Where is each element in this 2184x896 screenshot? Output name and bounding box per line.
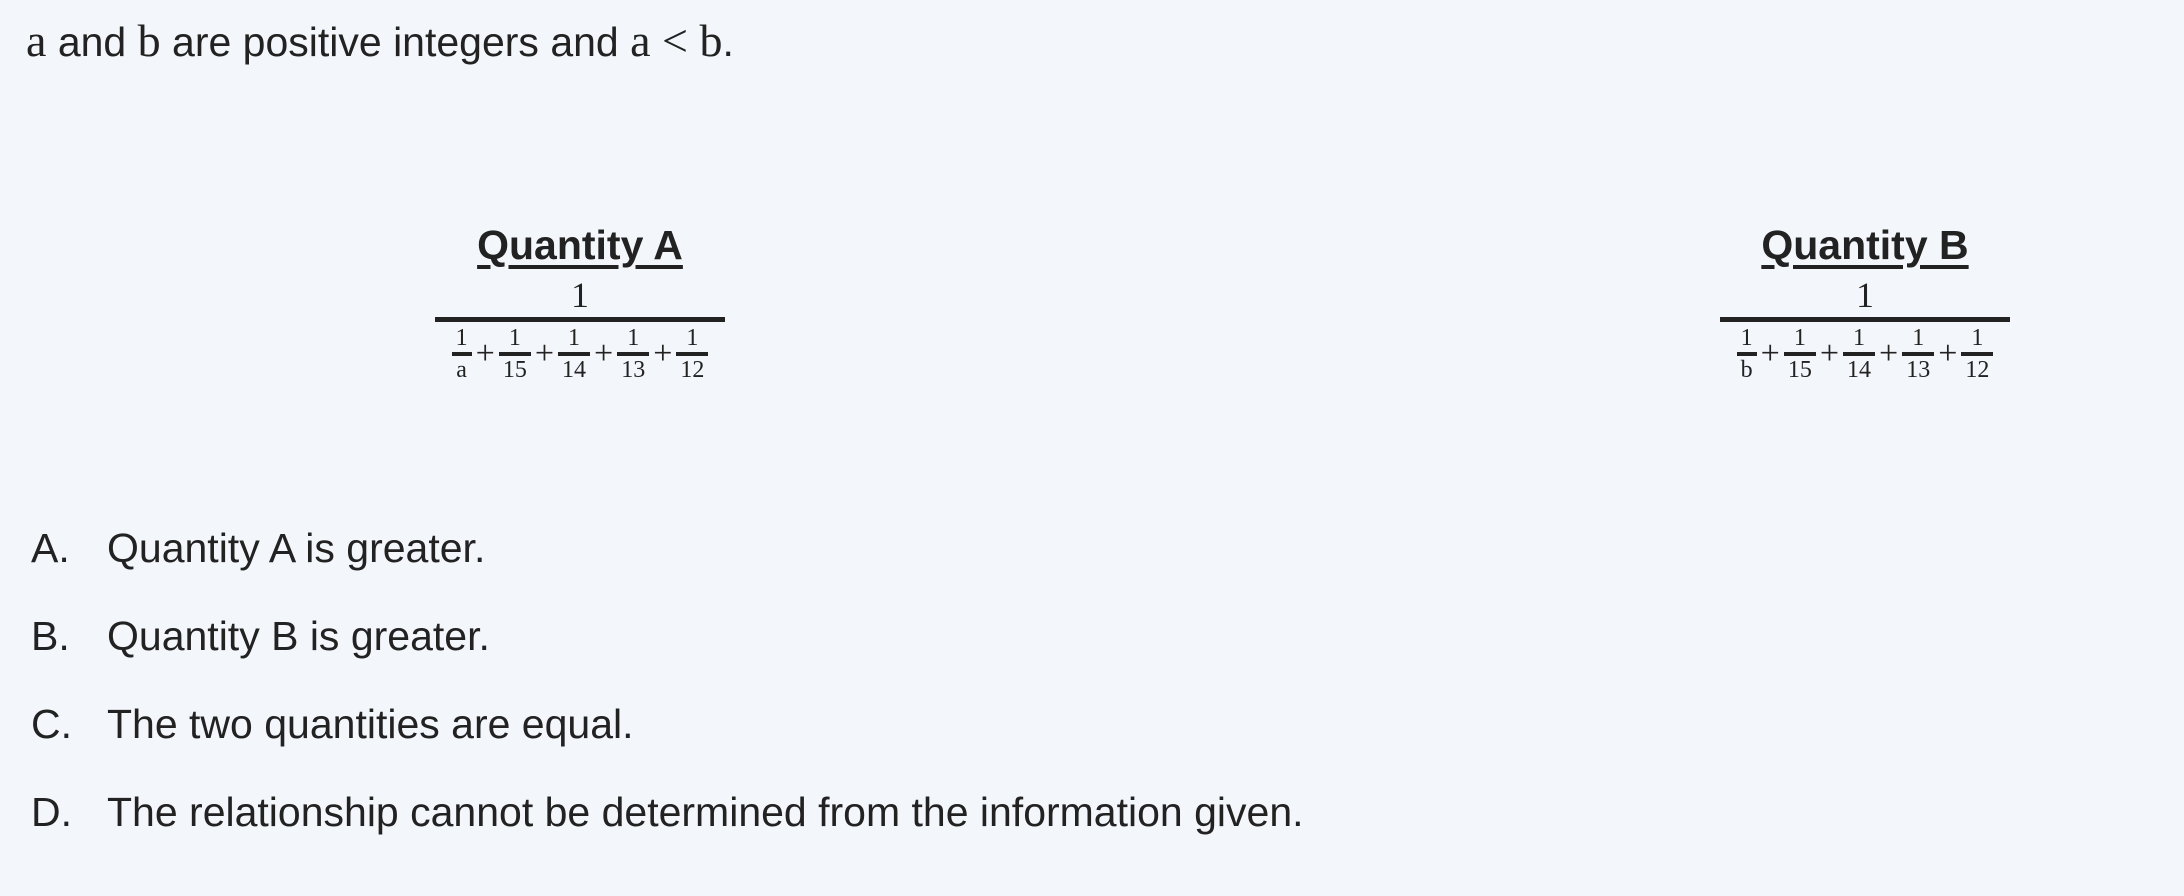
- term-fraction: 1 13: [1902, 325, 1935, 383]
- term-denominator: 13: [621, 357, 646, 383]
- var-b: b: [699, 15, 723, 66]
- quantity-b-title: Quantity B: [1761, 222, 1969, 268]
- term-numerator: 1: [455, 325, 468, 351]
- plus-sign: +: [1879, 335, 1899, 372]
- plus-sign: +: [1819, 335, 1839, 372]
- term-bar: [1783, 352, 1816, 356]
- option-a[interactable]: A. Quantity A is greater.: [31, 525, 485, 572]
- term-denominator: a: [456, 357, 467, 383]
- plus-sign: +: [653, 335, 673, 372]
- option-letter: C.: [31, 701, 72, 747]
- term-numerator: 1: [568, 325, 580, 351]
- term-numerator: 1: [1793, 325, 1806, 351]
- option-c[interactable]: C. The two quantities are equal.: [31, 701, 634, 748]
- term-fraction: 1 12: [1961, 325, 1994, 383]
- question-stem: a and b are positive integers and a < b.: [26, 14, 734, 67]
- term-numerator: 1: [686, 325, 699, 351]
- option-b[interactable]: B. Quantity B is greater.: [31, 613, 490, 660]
- term-numerator: 1: [508, 325, 521, 351]
- term-bar: [1902, 352, 1935, 356]
- term-bar: [498, 352, 531, 356]
- quantity-a-expression: 1 1 a +1 15 +1 14 +1 13 +1 12: [435, 275, 725, 382]
- term-fraction: 1b: [1736, 325, 1757, 383]
- term-fraction: 1 13: [617, 325, 650, 383]
- term-bar: [451, 352, 472, 356]
- numerator: 1: [571, 275, 589, 315]
- numerator: 1: [1856, 275, 1874, 315]
- term-denominator: 12: [680, 357, 705, 383]
- option-text: Quantity B is greater.: [107, 613, 490, 659]
- term-numerator: 1: [1971, 325, 1984, 351]
- var-a: a: [630, 15, 651, 66]
- term-numerator: 1: [1740, 325, 1753, 351]
- quantity-a: Quantity A 1 1 a +1 15 +1 14 +1 13 +1 12: [430, 222, 730, 382]
- option-letter: A.: [31, 525, 70, 571]
- fraction-bar: [435, 317, 725, 322]
- option-text: The relationship cannot be determined fr…: [107, 789, 1304, 835]
- term-bar: [558, 352, 590, 356]
- plus-sign: +: [1760, 335, 1780, 372]
- term-fraction: 1 12: [676, 325, 709, 383]
- term-numerator: 1: [1912, 325, 1925, 351]
- term-bar: [676, 352, 709, 356]
- denominator: 1 b +1 15 +1 14 +1 13 +1 12: [1720, 326, 2010, 382]
- term-fraction: 1 15: [1783, 325, 1816, 383]
- quantity-b: Quantity B 1 1 b +1 15 +1 14 +1 13 +1 12: [1715, 222, 2015, 382]
- stem-text: and: [46, 19, 138, 65]
- option-text: Quantity A is greater.: [107, 525, 486, 571]
- term-denominator: 15: [502, 357, 527, 383]
- fraction-bar: [1720, 317, 2010, 322]
- term-denominator: 12: [1965, 357, 1990, 383]
- term-fraction: 1 14: [1843, 326, 1875, 382]
- plus-sign: +: [475, 335, 495, 372]
- term-denominator: 14: [1847, 357, 1871, 383]
- denominator: 1 a +1 15 +1 14 +1 13 +1 12: [435, 326, 725, 382]
- stem-text: are positive integers and: [160, 19, 631, 65]
- term-fraction: 1a: [451, 325, 472, 383]
- plus-sign: +: [1938, 335, 1958, 372]
- term-bar: [1961, 352, 1994, 356]
- plus-sign: +: [594, 335, 614, 372]
- term-fraction: 1 14: [558, 326, 590, 382]
- term-denominator: 14: [562, 357, 586, 383]
- term-denominator: b: [1740, 357, 1753, 383]
- quantity-b-expression: 1 1 b +1 15 +1 14 +1 13 +1 12: [1720, 275, 2010, 382]
- term-bar: [1843, 352, 1875, 356]
- less-than: <: [650, 15, 700, 66]
- option-text: The two quantities are equal.: [107, 701, 634, 747]
- term-numerator: 1: [627, 325, 640, 351]
- term-fraction: 1 15: [498, 325, 531, 383]
- plus-sign: +: [534, 335, 554, 372]
- option-letter: D.: [31, 789, 72, 835]
- term-numerator: 1: [1853, 325, 1865, 351]
- term-bar: [617, 352, 650, 356]
- quantity-a-title: Quantity A: [477, 222, 683, 268]
- term-bar: [1736, 352, 1757, 356]
- var-b: b: [137, 15, 161, 66]
- stem-text: .: [722, 19, 734, 65]
- var-a: a: [26, 15, 47, 66]
- term-denominator: 15: [1787, 357, 1812, 383]
- term-denominator: 13: [1906, 357, 1931, 383]
- option-letter: B.: [31, 613, 70, 659]
- option-d[interactable]: D. The relationship cannot be determined …: [31, 789, 1304, 836]
